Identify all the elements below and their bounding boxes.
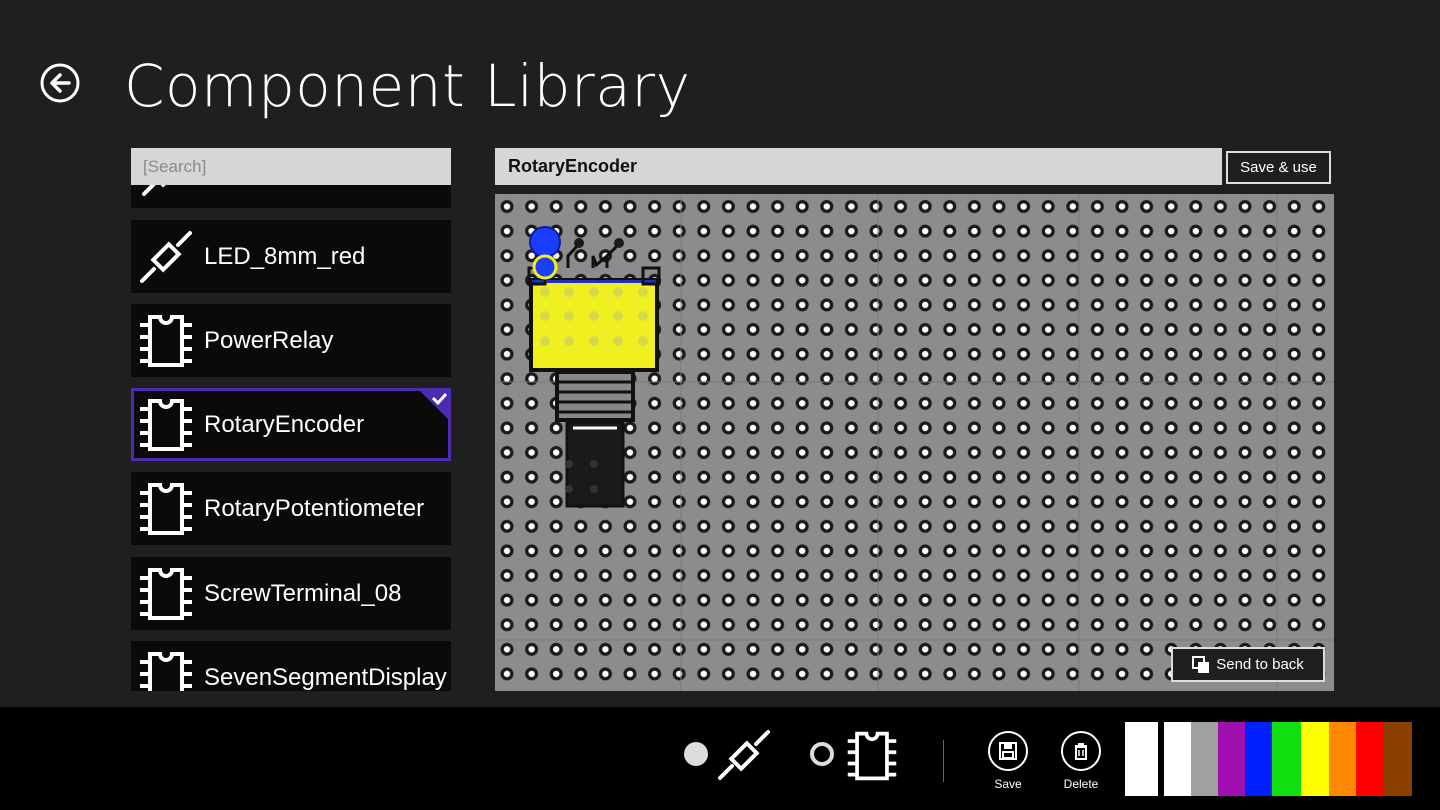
wire-mode-radio[interactable]	[684, 742, 708, 766]
chip-icon	[140, 482, 192, 535]
component-mode-radio[interactable]	[810, 742, 834, 766]
list-item-label: PowerRelay	[204, 326, 334, 354]
color-swatch[interactable]	[1356, 722, 1384, 796]
send-to-back-icon	[1192, 655, 1210, 673]
color-swatch[interactable]	[1191, 722, 1218, 796]
component-list[interactable]: LED_8mm_red PowerRelay RotaryEncoder Rot…	[131, 185, 451, 691]
color-swatch[interactable]	[1125, 722, 1158, 796]
list-item[interactable]: PowerRelay	[131, 304, 451, 377]
chip-icon	[140, 314, 192, 367]
list-item-label: SevenSegmentDisplay	[204, 663, 447, 691]
list-item-label: ScrewTerminal_08	[204, 579, 402, 607]
save-label: Save	[994, 777, 1022, 791]
color-swatch[interactable]	[1301, 722, 1329, 796]
color-swatch[interactable]	[1272, 722, 1301, 796]
delete-button[interactable]: Delete	[1056, 731, 1106, 791]
list-item-selected[interactable]: RotaryEncoder	[131, 388, 451, 461]
chip-icon	[140, 567, 192, 620]
floppy-disk-icon	[999, 742, 1017, 760]
color-swatch[interactable]	[1329, 722, 1356, 796]
color-swatch[interactable]	[1384, 722, 1412, 796]
component-name-field[interactable]: RotaryEncoder	[495, 148, 1222, 185]
search-input[interactable]	[131, 148, 451, 185]
list-item-label: RotaryEncoder	[204, 410, 365, 438]
send-to-back-button[interactable]: Send to back	[1171, 647, 1325, 682]
perfboard-canvas[interactable]	[495, 194, 1334, 691]
color-swatch[interactable]	[1245, 722, 1272, 796]
list-item[interactable]	[131, 185, 451, 208]
back-button[interactable]	[40, 63, 80, 103]
chip-icon	[140, 398, 192, 451]
send-to-back-label: Send to back	[1216, 656, 1304, 673]
list-item[interactable]: ScrewTerminal_08	[131, 557, 451, 630]
list-item-label: RotaryPotentiometer	[204, 494, 425, 522]
back-arrow-icon	[40, 63, 80, 103]
led-icon	[140, 230, 192, 283]
trash-icon	[1075, 743, 1087, 760]
list-item[interactable]: RotaryPotentiometer	[131, 472, 451, 545]
led-icon	[142, 185, 182, 196]
list-item[interactable]: LED_8mm_red	[131, 220, 451, 293]
led-icon	[718, 730, 770, 780]
color-swatch[interactable]	[1412, 722, 1440, 796]
page-title: Component Library	[124, 52, 691, 120]
save-button[interactable]: Save	[983, 731, 1033, 791]
chip-icon	[140, 651, 192, 691]
list-item[interactable]: SevenSegmentDisplay	[131, 641, 451, 691]
save-and-use-button[interactable]: Save & use	[1226, 151, 1331, 184]
color-swatch[interactable]	[1218, 722, 1245, 796]
chip-icon	[847, 731, 897, 781]
delete-label: Delete	[1063, 777, 1099, 791]
perfboard[interactable]	[495, 194, 1334, 691]
list-item-label: LED_8mm_red	[204, 242, 366, 270]
color-swatch[interactable]	[1161, 722, 1191, 796]
app-bar-separator	[943, 740, 944, 782]
checkmark-icon	[417, 388, 451, 422]
